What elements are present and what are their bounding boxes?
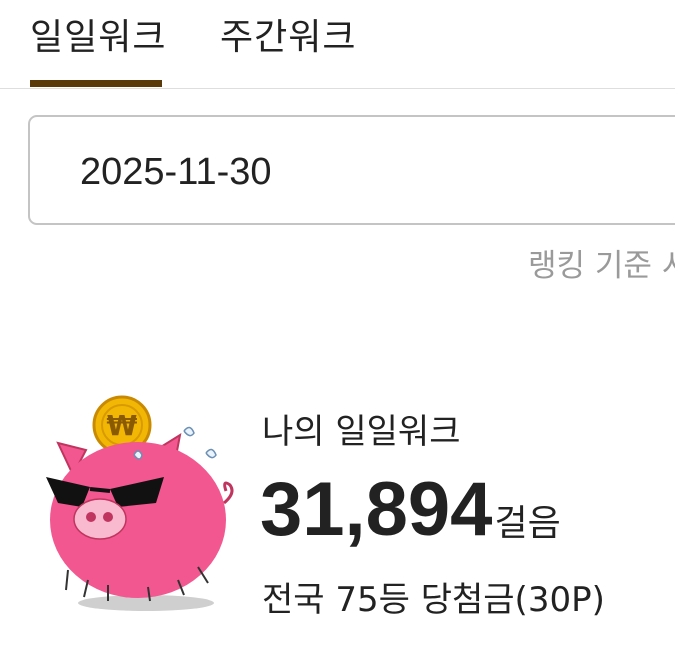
active-tab-indicator bbox=[30, 80, 162, 87]
step-unit: 걸음 bbox=[494, 503, 561, 544]
rank-and-prize: 전국 75등 당첨금(30P) bbox=[262, 580, 605, 620]
steps-row: 31,894걸음 bbox=[260, 466, 561, 553]
piggy-bank-icon: ₩ bbox=[46, 395, 234, 611]
ranking-basis-note: 랭킹 기준 시 bbox=[528, 248, 675, 284]
date-selector[interactable]: 2025-11-30 bbox=[28, 115, 675, 225]
tab-bar: 일일워크 주간워크 bbox=[0, 0, 675, 89]
date-value: 2025-11-30 bbox=[80, 151, 272, 193]
my-daily-walk-title: 나의 일일워크 bbox=[262, 412, 461, 452]
tab-weekly-walk[interactable]: 주간워크 bbox=[220, 8, 356, 60]
coin-symbol: ₩ bbox=[107, 409, 138, 442]
step-count: 31,894 bbox=[260, 467, 493, 552]
tab-daily-walk[interactable]: 일일워크 bbox=[30, 8, 166, 60]
